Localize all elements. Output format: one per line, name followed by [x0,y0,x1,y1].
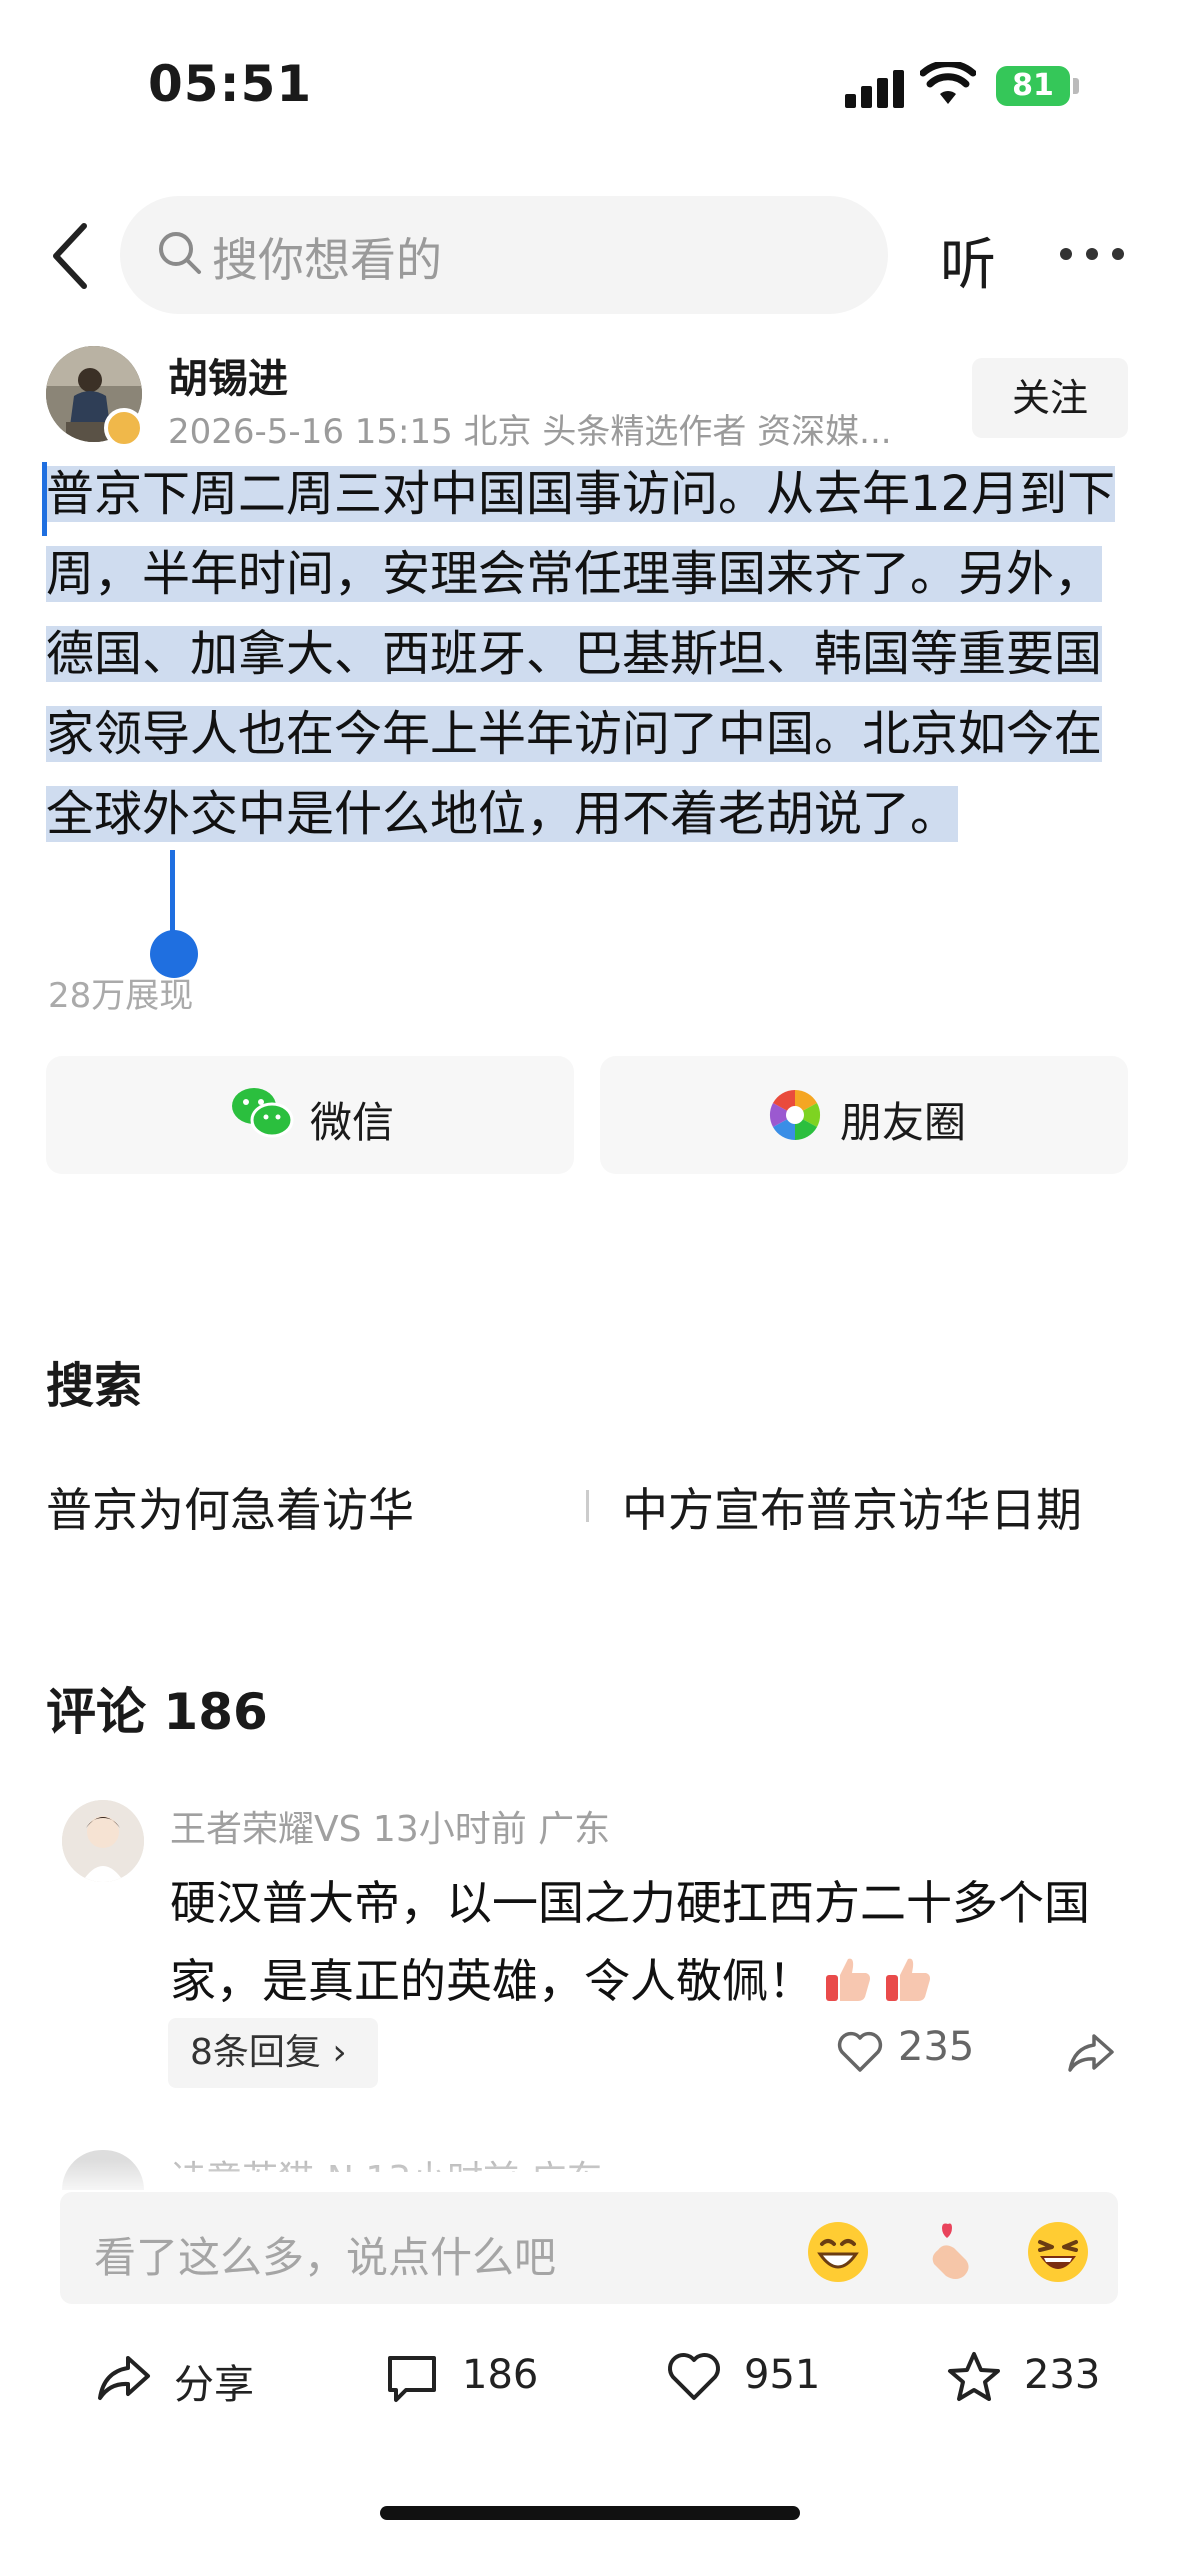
author-name[interactable]: 胡锡进 [168,346,288,404]
finger-heart-emoji-icon[interactable] [920,2220,984,2284]
thumbs-up-emoji-icon [886,1958,930,2001]
battery-tip [1073,78,1079,94]
more-options-icon[interactable] [1060,248,1124,262]
thumbs-up-emoji-icon [826,1958,870,2001]
moments-aperture-icon [769,1089,821,1141]
selection-end-handle[interactable] [170,850,175,938]
search-suggestion[interactable]: 普京为何急着访华 [46,1474,414,1540]
like-count: 951 [744,2352,821,2398]
search-icon [159,232,201,274]
comment-input-placeholder: 看了这么多，说点什么吧 [94,2233,557,2282]
search-section-title: 搜索 [46,1358,143,1414]
heart-icon[interactable] [836,2030,884,2074]
comment-count: 186 [462,2352,539,2398]
share-moments-label: 朋友圈 [840,1098,967,1147]
share-wechat-button[interactable]: 微信 [46,1056,574,1174]
comment-button[interactable]: 186 [384,2344,564,2414]
favorite-count: 233 [1024,2352,1101,2398]
star-icon [948,2352,1000,2401]
wifi-icon [920,62,976,104]
commenter-photo [62,1800,144,1882]
search-input[interactable]: 搜你想看的 [120,196,888,314]
follow-button[interactable]: 关注 [972,358,1128,438]
comment-text: 硬汉普大帝，以一国之力硬扛西方二十多个国家，是真正的英雄，令人敬佩！ [170,1864,1110,2020]
article-body[interactable]: 普京下周二周三对中国国事访问。从去年12月到下周，半年时间，安理会常任理事国来齐… [46,454,1146,854]
comment-composer[interactable]: 看了这么多，说点什么吧 [60,2192,1118,2304]
status-time: 05:51 [148,55,313,113]
article-text: 普京下周二周三对中国国事访问。从去年12月到下周，半年时间，安理会常任理事国来齐… [46,466,1116,842]
share-label: 分享 [174,2362,254,2408]
share-button[interactable]: 分享 [96,2344,276,2414]
share-arrow-icon [98,2356,150,2400]
heart-icon [668,2353,720,2400]
verified-badge-icon [104,408,144,448]
home-indicator[interactable] [380,2506,800,2520]
search-suggestion[interactable]: 中方宣布普京访华日期 [622,1474,1082,1540]
search-placeholder: 搜你想看的 [212,233,442,287]
view-replies-button[interactable]: 8条回复 › [168,2018,378,2088]
share-arrow-icon[interactable] [1066,2030,1116,2074]
commenter-avatar[interactable] [62,1800,144,1882]
selection-start-handle[interactable] [42,462,47,536]
like-button[interactable]: 951 [666,2344,846,2414]
comment-bubble-icon [388,2356,436,2402]
comment-meta: 王者荣耀VS 13小时前 广东 [170,1809,611,1850]
suggestion-divider [586,1490,589,1522]
favorite-button[interactable]: 233 [946,2344,1126,2414]
back-button[interactable] [44,218,104,294]
view-count: 28万展现 [48,976,194,1016]
author-meta: 2026-5-16 15:15 北京 头条精选作者 资深媒... [168,412,892,452]
status-bar: 05:51 81 [0,0,1179,170]
laughing-emoji-icon[interactable] [1026,2220,1090,2284]
cellular-signal-icon [845,68,905,108]
grin-emoji-icon[interactable] [806,2220,870,2284]
comment-like-count: 235 [898,2024,975,2070]
wechat-icon [232,1088,294,1138]
share-wechat-label: 微信 [310,1098,395,1147]
comment-body: 硬汉普大帝，以一国之力硬扛西方二十多个国家，是真正的英雄，令人敬佩！ [170,1876,1090,2008]
listen-button[interactable]: 听 [940,220,996,301]
comments-title: 评论 186 [46,1683,268,1741]
share-moments-button[interactable]: 朋友圈 [600,1056,1128,1174]
battery-icon: 81 [996,66,1070,106]
